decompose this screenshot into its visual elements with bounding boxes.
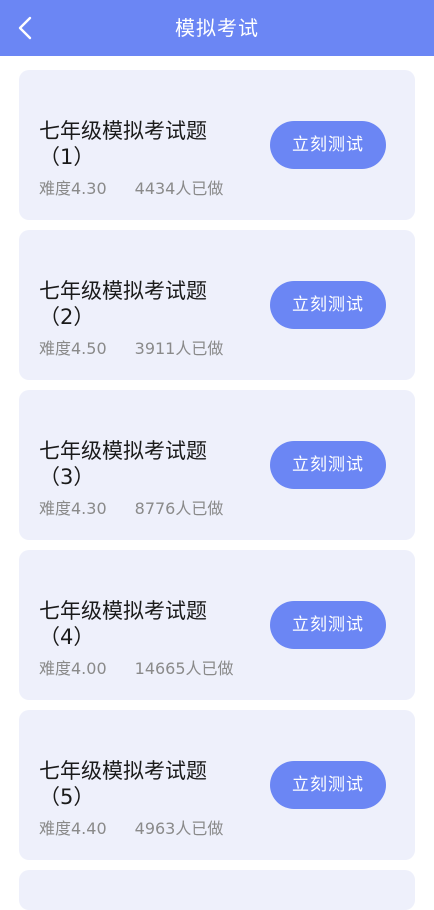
exam-meta: 难度4.40 4963人已做 [39,819,223,839]
start-test-button[interactable]: 立刻测试 [270,441,386,489]
done-count: 3911人已做 [134,339,224,358]
difficulty-label: 难度4.30 [39,179,107,198]
exam-title-line2: （4） [39,625,95,649]
start-test-button[interactable]: 立刻测试 [270,601,386,649]
start-test-button[interactable]: 立刻测试 [270,281,386,329]
exam-title: 七年级模拟考试题 （1） [39,118,239,170]
exam-meta: 难度4.30 8776人已做 [39,499,223,519]
exam-card: 七年级模拟考试题 （4） 难度4.00 14665人已做 立刻测试 [19,550,415,700]
exam-title-line2: （2） [39,305,95,329]
exam-title-line1: 七年级模拟考试题 [39,599,207,623]
exam-card: 七年级模拟考试题 （3） 难度4.30 8776人已做 立刻测试 [19,390,415,540]
exam-title-line1: 七年级模拟考试题 [39,439,207,463]
difficulty-label: 难度4.30 [39,499,107,518]
exam-list: 七年级模拟考试题 （1） 难度4.30 4434人已做 立刻测试 七年级模拟考试题… [19,70,415,870]
exam-meta: 难度4.30 4434人已做 [39,179,223,199]
exam-title-line1: 七年级模拟考试题 [39,759,207,783]
exam-card: 七年级模拟考试题 （1） 难度4.30 4434人已做 立刻测试 [19,70,415,220]
exam-title: 七年级模拟考试题 （5） [39,758,239,810]
exam-title-line2: （3） [39,465,95,489]
difficulty-label: 难度4.50 [39,339,107,358]
exam-title: 七年级模拟考试题 （4） [39,598,239,650]
exam-title: 七年级模拟考试题 （3） [39,438,239,490]
exam-card: 七年级模拟考试题 （2） 难度4.50 3911人已做 立刻测试 [19,230,415,380]
exam-card: 七年级模拟考试题 （5） 难度4.40 4963人已做 立刻测试 [19,710,415,860]
done-count: 14665人已做 [134,659,234,678]
start-test-button[interactable]: 立刻测试 [270,761,386,809]
exam-title-line2: （1） [39,145,95,169]
page-title: 模拟考试 [175,16,259,40]
start-test-button[interactable]: 立刻测试 [270,121,386,169]
exam-title: 七年级模拟考试题 （2） [39,278,239,330]
app-header: 模拟考试 [0,0,434,56]
exam-title-line1: 七年级模拟考试题 [39,119,207,143]
exam-meta: 难度4.00 14665人已做 [39,659,234,679]
exam-card-partial [19,870,415,910]
done-count: 8776人已做 [134,499,224,518]
done-count: 4434人已做 [134,179,224,198]
exam-title-line1: 七年级模拟考试题 [39,279,207,303]
difficulty-label: 难度4.00 [39,659,107,678]
difficulty-label: 难度4.40 [39,819,107,838]
exam-meta: 难度4.50 3911人已做 [39,339,223,359]
exam-title-line2: （5） [39,785,95,809]
done-count: 4963人已做 [134,819,224,838]
